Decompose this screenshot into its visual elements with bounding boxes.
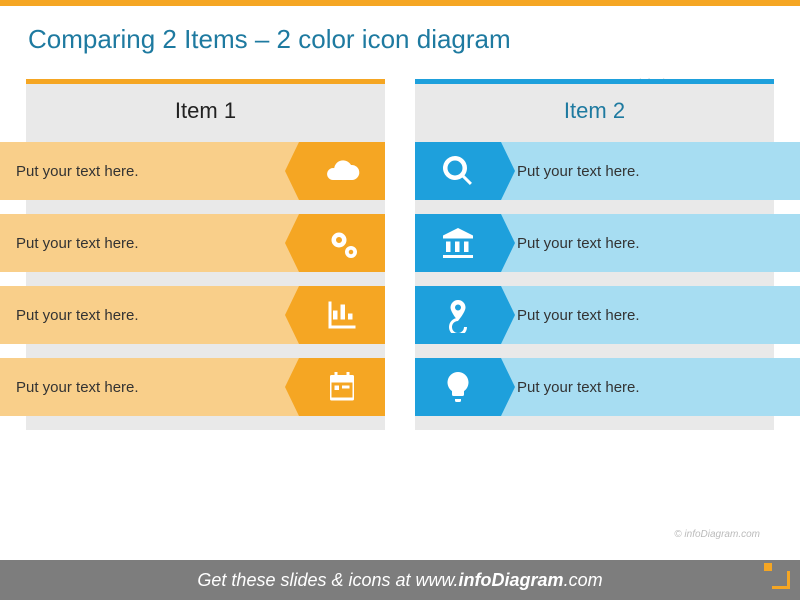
column-item-1: Item 1 Put your text here. Put your text… [26,79,385,430]
column-header: Item 1 [26,84,385,142]
magnifier-icon [415,142,501,200]
comparison-row: Put your text here. [415,286,800,344]
bank-icon [415,214,501,272]
comparison-row: Put your text here. [415,358,800,416]
comparison-row: Put your text here. [415,142,800,200]
bar-chart-icon [299,286,385,344]
slide-title: Comparing 2 Items – 2 color icon diagram [0,6,800,79]
comparison-diagram: Item 1 Put your text here. Put your text… [0,79,800,430]
row-text: Put your text here. [0,142,299,200]
footer-text: Get these slides & icons at www.infoDiag… [197,570,602,591]
comparison-row: Put your text here. [0,286,385,344]
row-text: Put your text here. [501,358,800,416]
footer-bar: Get these slides & icons at www.infoDiag… [0,560,800,600]
lightbulb-icon [415,358,501,416]
gears-icon [299,214,385,272]
calendar-icon [299,358,385,416]
row-text: Put your text here. [0,358,299,416]
footer-brand-pre: www. [416,570,459,590]
row-text: Put your text here. [0,286,299,344]
column-item-2: Item 2 Put your text here. Put your text… [415,79,774,430]
footer-logo-icon [772,571,790,589]
footer-prefix: Get these slides & icons at [197,570,415,590]
column-header: Item 2 [415,84,774,142]
watermark-text: © infoDiagram.com [674,529,760,540]
comparison-row: Put your text here. [415,214,800,272]
comparison-row: Put your text here. [0,142,385,200]
cloud-icon [299,142,385,200]
row-text: Put your text here. [0,214,299,272]
row-text: Put your text here. [501,142,800,200]
row-text: Put your text here. [501,286,800,344]
footer-brand-bold: infoDiagram [459,570,564,590]
comparison-row: Put your text here. [0,358,385,416]
footer-brand-post: .com [564,570,603,590]
row-text: Put your text here. [501,214,800,272]
target-pin-icon [415,286,501,344]
comparison-row: Put your text here. [0,214,385,272]
